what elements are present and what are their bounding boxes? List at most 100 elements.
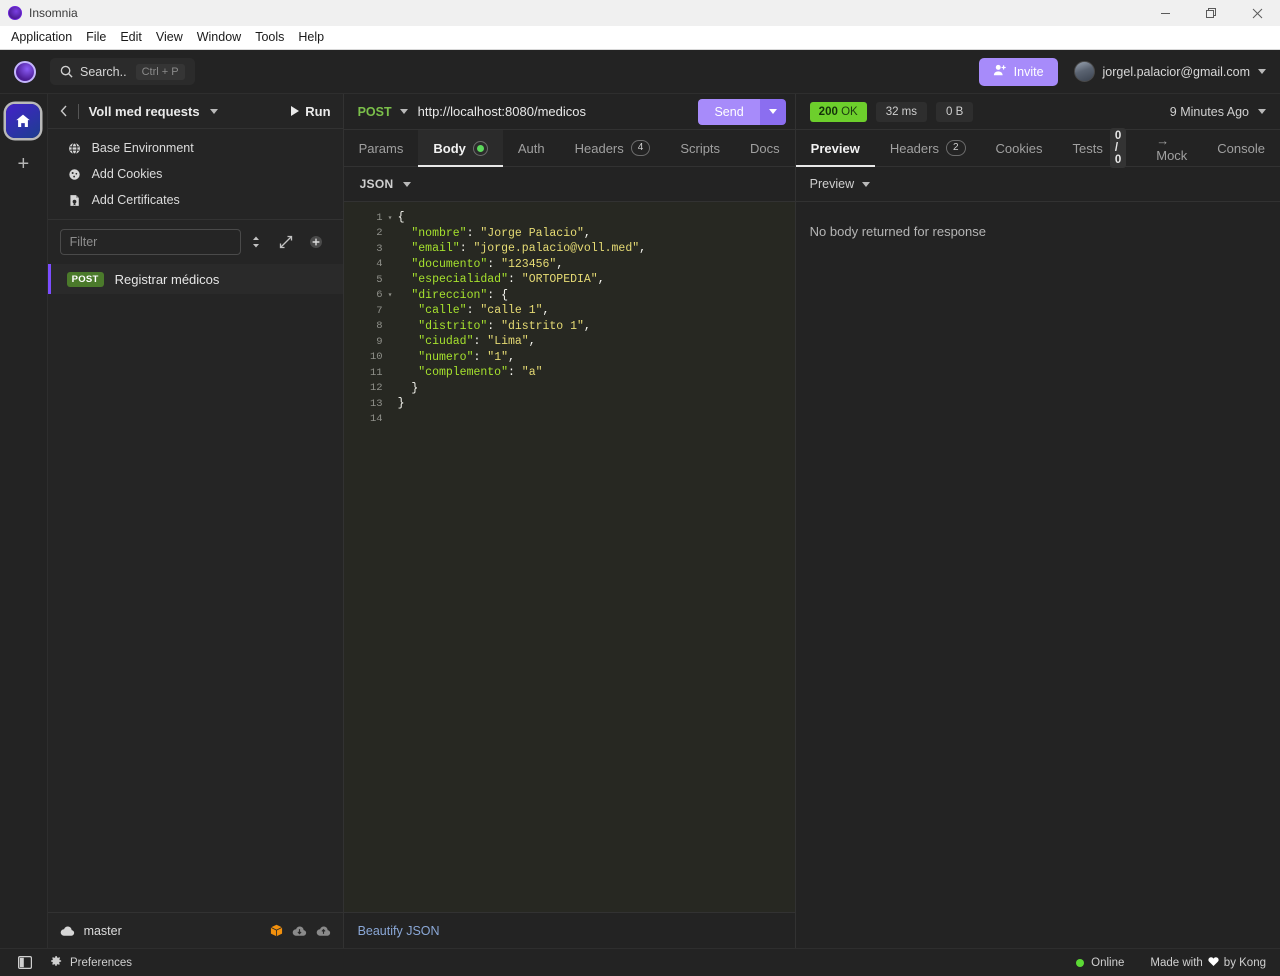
chevron-down-icon	[1258, 69, 1266, 74]
menu-item-window[interactable]: Window	[190, 28, 248, 47]
list-item[interactable]: POST Registrar médicos	[47, 264, 343, 294]
menu-item-help[interactable]: Help	[291, 28, 331, 47]
code-line: 12 }	[344, 381, 795, 397]
tab-preview[interactable]: Preview	[795, 130, 875, 167]
body-indicator-icon	[472, 140, 488, 156]
run-button[interactable]: Run	[291, 104, 331, 119]
account-menu[interactable]: jorgel.palacior@gmail.com	[1073, 61, 1266, 82]
beautify-json-button[interactable]: Beautify JSON	[358, 924, 440, 938]
body-format-label[interactable]: JSON	[360, 177, 394, 191]
response-timestamp[interactable]: 9 Minutes Ago	[1170, 105, 1249, 119]
code-line: 5 "especialidad": "ORTOPEDIA",	[344, 272, 795, 288]
preview-mode-label[interactable]: Preview	[810, 177, 854, 191]
tab-label: → Mock	[1156, 133, 1188, 163]
code-line: 11 "complemento": "a"	[344, 365, 795, 381]
chevron-down-icon[interactable]	[399, 109, 408, 114]
cloud-download-icon[interactable]	[292, 925, 307, 937]
chevron-down-icon	[768, 109, 777, 114]
expand-icon[interactable]	[271, 229, 301, 255]
menu-item-view[interactable]: View	[149, 28, 190, 47]
tab-label: Tests	[1072, 140, 1103, 156]
sidebar-item-add-cookies[interactable]: Add Cookies	[48, 161, 343, 187]
preview-mode-row: Preview	[795, 167, 1280, 202]
menu-item-application[interactable]: Application	[4, 28, 79, 47]
status-badge: 200 OK	[809, 101, 867, 122]
line-number: 6	[376, 289, 383, 302]
plus-circle-icon[interactable]	[301, 229, 331, 255]
workspace-name[interactable]: Voll med requests	[89, 104, 200, 119]
code-line: 9 "ciudad": "Lima",	[344, 334, 795, 350]
git-branch-label[interactable]: master	[84, 924, 122, 938]
tests-score-badge: 0 / 0	[1109, 128, 1127, 168]
app-logo-wrap	[0, 60, 50, 83]
window-title: Insomnia	[29, 6, 78, 20]
tab-label: Body	[433, 140, 466, 156]
sidebar-panel: Voll med requests Run Base Environment A…	[47, 94, 344, 948]
chevron-down-icon[interactable]	[862, 181, 871, 187]
chevron-down-icon[interactable]	[1258, 109, 1266, 114]
response-tabs: Preview Headers 2 Cookies Tests 0 / 0 → …	[795, 128, 1280, 168]
fold-caret-icon[interactable]: ▾	[388, 290, 398, 300]
preferences-button[interactable]: Preferences	[50, 955, 132, 970]
search-shortcut: Ctrl + P	[135, 63, 185, 80]
tab-console[interactable]: Console	[1202, 130, 1280, 166]
send-dropdown-button[interactable]	[759, 98, 786, 125]
menu-item-file[interactable]: File	[79, 28, 113, 47]
chevron-down-icon[interactable]	[209, 108, 218, 114]
request-method[interactable]: POST	[358, 105, 392, 119]
code-line: 4 "documento": "123456",	[344, 257, 795, 273]
tab-docs[interactable]: Docs	[735, 130, 795, 166]
sidebar-item-label: Add Certificates	[91, 193, 180, 207]
chevron-left-icon[interactable]	[60, 105, 68, 117]
tab-label: Preview	[810, 140, 860, 156]
code-line: 7 "calle": "calle 1",	[344, 303, 795, 319]
filter-input[interactable]	[59, 229, 241, 255]
invite-button[interactable]: Invite	[978, 57, 1058, 86]
home-icon[interactable]	[6, 104, 41, 138]
minimize-icon[interactable]	[1142, 0, 1188, 26]
tab-params[interactable]: Params	[344, 130, 419, 166]
chevron-down-icon[interactable]	[403, 181, 412, 187]
response-panel: 200 OK 32 ms 0 B 9 Minutes Ago Preview H…	[795, 94, 1280, 948]
menu-item-tools[interactable]: Tools	[248, 28, 291, 47]
code-text: "distrito": "distrito 1",	[397, 319, 591, 333]
line-number: 1	[376, 211, 383, 224]
search-icon	[60, 65, 73, 78]
code-text: "especialidad": "ORTOPEDIA",	[397, 273, 605, 287]
maximize-icon[interactable]	[1188, 0, 1234, 26]
send-button[interactable]: Send	[698, 98, 760, 125]
tab-headers[interactable]: Headers 4	[560, 130, 666, 166]
search-input[interactable]: Search.. Ctrl + P	[50, 58, 195, 85]
menu-item-edit[interactable]: Edit	[113, 28, 149, 47]
tab-response-headers[interactable]: Headers 2	[875, 130, 981, 166]
package-icon[interactable]	[270, 924, 283, 937]
gear-icon	[50, 955, 62, 970]
plus-icon[interactable]: +	[9, 150, 37, 178]
line-number: 4	[376, 258, 383, 271]
fold-caret-icon[interactable]: ▾	[388, 213, 398, 223]
request-method-badge: POST	[66, 271, 104, 287]
tab-tests[interactable]: Tests 0 / 0	[1058, 128, 1142, 168]
tab-cookies[interactable]: Cookies	[981, 130, 1058, 166]
close-icon[interactable]	[1234, 0, 1280, 26]
url-input[interactable]: http://localhost:8080/medicos	[416, 104, 691, 119]
tab-label: Auth	[517, 140, 545, 156]
panel-toggle-icon[interactable]	[0, 956, 50, 969]
tab-mock[interactable]: → Mock	[1141, 130, 1202, 166]
code-text: "direccion": {	[397, 288, 508, 302]
tab-body[interactable]: Body	[418, 130, 503, 167]
sort-icon[interactable]	[241, 229, 271, 255]
response-size: 0 B	[936, 101, 974, 122]
environment-list: Base Environment Add Cookies Add Certifi…	[47, 129, 343, 220]
code-line: 8 "distrito": "distrito 1",	[344, 319, 795, 335]
insomnia-logo-icon	[14, 60, 36, 83]
cloud-upload-icon[interactable]	[316, 925, 331, 937]
code-line: 14	[344, 412, 795, 428]
code-text: "email": "jorge.palacio@voll.med",	[397, 242, 647, 256]
tab-scripts[interactable]: Scripts	[665, 130, 735, 166]
tab-auth[interactable]: Auth	[503, 130, 560, 166]
tab-label: Cookies	[995, 140, 1043, 156]
request-body-editor[interactable]: 1 ▾{2 "nombre": "Jorge Palacio", 3 "email"…	[343, 202, 795, 912]
sidebar-item-base-environment[interactable]: Base Environment	[48, 135, 343, 161]
sidebar-item-add-certificates[interactable]: Add Certificates	[48, 187, 343, 213]
